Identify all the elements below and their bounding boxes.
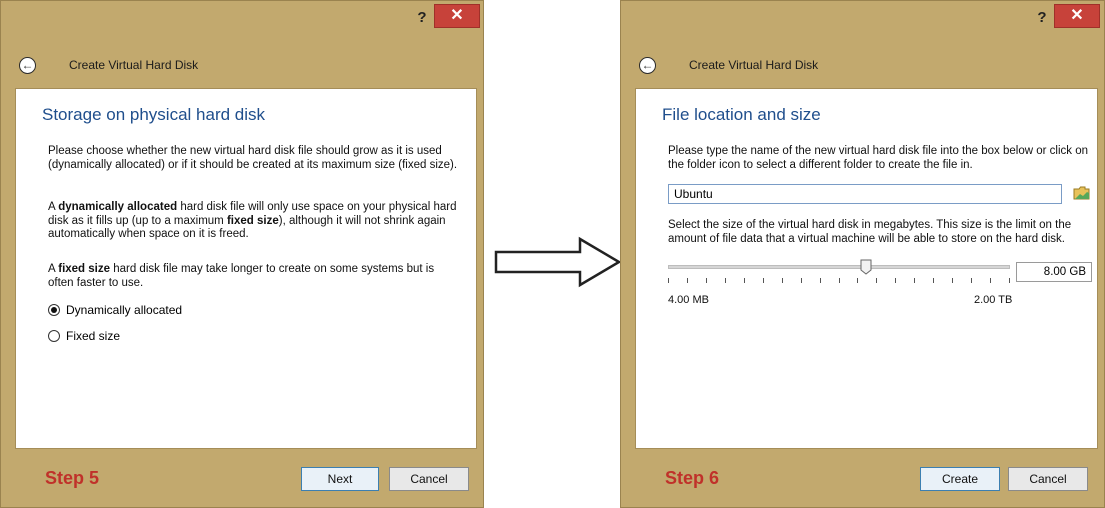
dialog-footer: Step 6 Create Cancel: [635, 456, 1098, 502]
description-text: Please choose whether the new virtual ha…: [48, 145, 458, 171]
slider-tick: [838, 278, 840, 283]
radio-label: Fixed size: [66, 329, 121, 343]
size-input[interactable]: 8.00 GB: [1016, 262, 1092, 282]
size-slider[interactable]: [668, 265, 1010, 269]
radio-fixed-size[interactable]: Fixed size: [48, 329, 120, 343]
step-label: Step 5: [45, 468, 100, 488]
help-button[interactable]: ?: [1029, 7, 1055, 29]
slider-tick: [914, 278, 916, 283]
radio-label: Dynamically allocated: [66, 303, 183, 317]
dialog-title: Create Virtual Hard Disk: [69, 58, 199, 72]
dialog-footer: Step 5 Next Cancel: [15, 456, 477, 502]
dialog-header: ← Create Virtual Hard Disk: [7, 47, 477, 83]
slider-tick: [876, 278, 878, 283]
dialog-header: ← Create Virtual Hard Disk: [627, 47, 1098, 83]
slider-tick: [990, 278, 992, 283]
create-button[interactable]: Create: [920, 467, 1000, 491]
dialog-title: Create Virtual Hard Disk: [689, 58, 819, 72]
title-bar: ? ✕: [1, 1, 483, 37]
dialog-window-step5: ? ✕ ← Create Virtual Hard Disk Storage o…: [0, 0, 484, 508]
radio-dynamically-allocated[interactable]: Dynamically allocated: [48, 303, 182, 317]
close-button[interactable]: ✕: [434, 4, 480, 28]
dialog-window-step6: ? ✕ ← Create Virtual Hard Disk File loca…: [620, 0, 1105, 508]
slider-tick: [819, 278, 821, 283]
slider-tick: [668, 278, 669, 283]
slider-tick: [1009, 278, 1010, 283]
slider-tick: [686, 278, 688, 283]
back-arrow-icon[interactable]: ←: [19, 57, 36, 74]
right-arrow-icon: [494, 236, 622, 288]
slider-tick: [952, 278, 954, 283]
cancel-button[interactable]: Cancel: [389, 467, 469, 491]
radio-unchecked-icon[interactable]: [48, 330, 60, 342]
file-name-input[interactable]: Ubuntu: [668, 184, 1062, 204]
cancel-button[interactable]: Cancel: [1008, 467, 1088, 491]
step-label: Step 6: [665, 468, 720, 488]
slider-tick: [971, 278, 973, 283]
min-size-label: 4.00 MB: [668, 294, 709, 306]
slider-tick: [800, 278, 802, 283]
size-description-text: Select the size of the virtual hard disk…: [668, 219, 1072, 245]
dynamic-description-text: A dynamically allocated hard disk file w…: [48, 201, 457, 240]
page-heading: Storage on physical hard disk: [42, 105, 266, 124]
slider-tick: [724, 278, 726, 283]
folder-icon[interactable]: [1073, 186, 1091, 200]
next-button[interactable]: Next: [301, 467, 379, 491]
max-size-label: 2.00 TB: [974, 294, 1013, 306]
slider-tick: [781, 278, 783, 283]
radio-checked-icon[interactable]: [48, 304, 60, 316]
description-text: Please type the name of the new virtual …: [668, 145, 1088, 171]
slider-tick: [857, 278, 859, 283]
content-panel: Storage on physical hard disk Please cho…: [15, 88, 477, 449]
close-button[interactable]: ✕: [1054, 4, 1100, 28]
page-heading: File location and size: [662, 105, 821, 124]
slider-tick: [705, 278, 707, 283]
fixed-description-text: A fixed size hard disk file may take lon…: [48, 263, 435, 289]
content-panel: File location and size Please type the n…: [635, 88, 1098, 449]
back-arrow-icon[interactable]: ←: [639, 57, 656, 74]
slider-tick: [895, 278, 897, 283]
slider-ticks: [668, 278, 1010, 284]
slider-tick: [933, 278, 935, 283]
slider-tick: [743, 278, 745, 283]
slider-thumb[interactable]: [860, 259, 872, 275]
help-button[interactable]: ?: [409, 7, 435, 29]
slider-tick: [762, 278, 764, 283]
title-bar: ? ✕: [621, 1, 1104, 37]
